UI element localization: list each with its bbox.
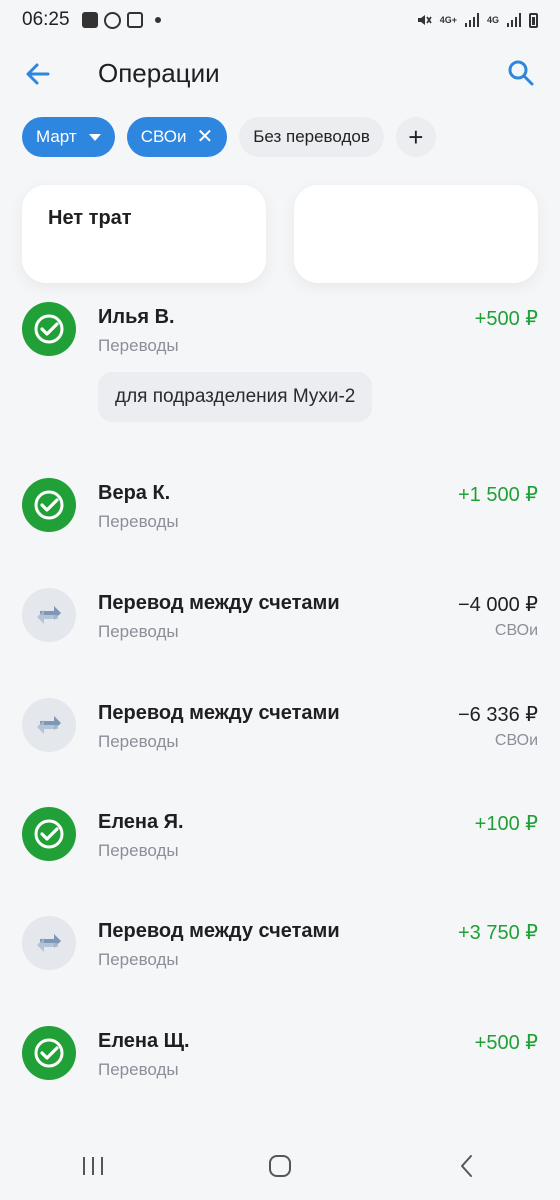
signal-1-icon [464,13,479,27]
account-filter-chip[interactable]: СВОи ✕ [126,117,228,157]
plus-icon: + [408,121,424,152]
transaction-row[interactable]: Перевод между счетами Переводы +3 750 ₽ [0,914,560,994]
transaction-amount: +500 ₽ [474,308,538,330]
transaction-category: Переводы [98,841,179,860]
list-fade [0,1112,560,1134]
close-icon[interactable]: ✕ [196,127,213,147]
transaction-category: Переводы [98,336,179,355]
transfer-arrows-icon [22,588,76,642]
transaction-row[interactable]: Илья В. Переводы +500 ₽ для подразделени… [0,300,560,422]
transaction-account: СВОи [494,622,538,639]
add-filter-button[interactable]: + [395,117,436,157]
back-button[interactable] [22,58,54,90]
expenses-card[interactable]: Нет трат [22,185,266,283]
no-transfers-label: Без переводов [253,127,370,146]
mute-icon [417,15,432,25]
home-icon [268,1155,291,1177]
gallery-notification-icon [81,12,98,28]
transaction-category: Переводы [98,950,179,969]
transaction-name: Елена Щ. [98,1030,190,1052]
instagram-notification-icon [126,12,143,28]
network-type-1: 4G+ [439,15,457,25]
transaction-category: Переводы [98,622,179,641]
status-time: 06:25 [22,9,70,30]
recents-icon [83,1157,104,1175]
transaction-amount: +500 ₽ [474,1032,538,1054]
transaction-row[interactable]: Вера К. Переводы +1 500 ₽ [0,476,560,556]
system-nav-bar [0,1132,560,1200]
transaction-amount: +3 750 ₽ [457,922,538,944]
transfer-arrows-icon [22,916,76,970]
summary-cards: Нет трат [22,185,538,283]
account-filter-label: СВОи [140,127,187,146]
arrow-left-icon [26,63,50,85]
transaction-category: Переводы [98,1060,179,1079]
sber-check-icon [22,478,76,532]
dropdown-caret-icon [88,133,101,141]
transaction-category: Переводы [98,512,179,531]
expenses-card-title: Нет трат [48,207,132,229]
transaction-amount: +100 ₽ [474,813,538,835]
back-chevron-icon [460,1155,472,1177]
income-card[interactable] [294,185,538,283]
transaction-amount: −6 336 ₽ [457,704,538,726]
transaction-name: Вера К. [98,482,171,504]
system-back-button[interactable] [437,1146,497,1186]
status-bar: 06:25 4G+ 4G [0,0,560,40]
transaction-name: Перевод между счетами [98,920,340,942]
transaction-name: Илья В. [98,306,175,328]
transaction-comment: для подразделения Мухи-2 [98,372,373,422]
battery-icon [529,12,538,28]
month-filter-chip[interactable]: Март [22,117,115,157]
whatsapp-notification-icon [103,11,121,29]
app-header: Операции [0,48,560,100]
transaction-amount: +1 500 ₽ [457,484,538,506]
sber-check-icon [22,807,76,861]
transaction-row[interactable]: Перевод между счетами Переводы −4 000 ₽ … [0,586,560,666]
transaction-row[interactable]: Елена Я. Переводы +100 ₽ [0,805,560,885]
search-icon [508,60,534,86]
more-notifications-icon [154,17,161,23]
filter-chips: Март СВОи ✕ Без переводов + [22,117,436,157]
recents-button[interactable] [63,1146,123,1186]
transaction-name: Перевод между счетами [98,592,340,614]
transfer-arrows-icon [22,698,76,752]
transaction-row[interactable]: Елена Щ. Переводы +500 ₽ [0,1024,560,1104]
page-title: Операции [98,58,220,88]
sber-check-icon [22,1026,76,1080]
transaction-account: СВОи [494,732,538,749]
system-icons: 4G+ 4G [416,12,538,28]
month-filter-label: Март [36,127,77,146]
sber-check-icon [22,302,76,356]
transaction-category: Переводы [98,732,179,751]
signal-2-icon [507,13,521,27]
no-transfers-chip[interactable]: Без переводов [239,117,384,157]
transaction-name: Елена Я. [98,811,184,833]
home-button[interactable] [250,1146,310,1186]
transaction-name: Перевод между счетами [98,702,340,724]
network-type-2: 4G [486,15,499,25]
search-button[interactable] [506,58,536,88]
transaction-amount: −4 000 ₽ [457,594,538,616]
notification-icons [81,11,161,29]
transaction-row[interactable]: Перевод между счетами Переводы −6 336 ₽ … [0,696,560,776]
